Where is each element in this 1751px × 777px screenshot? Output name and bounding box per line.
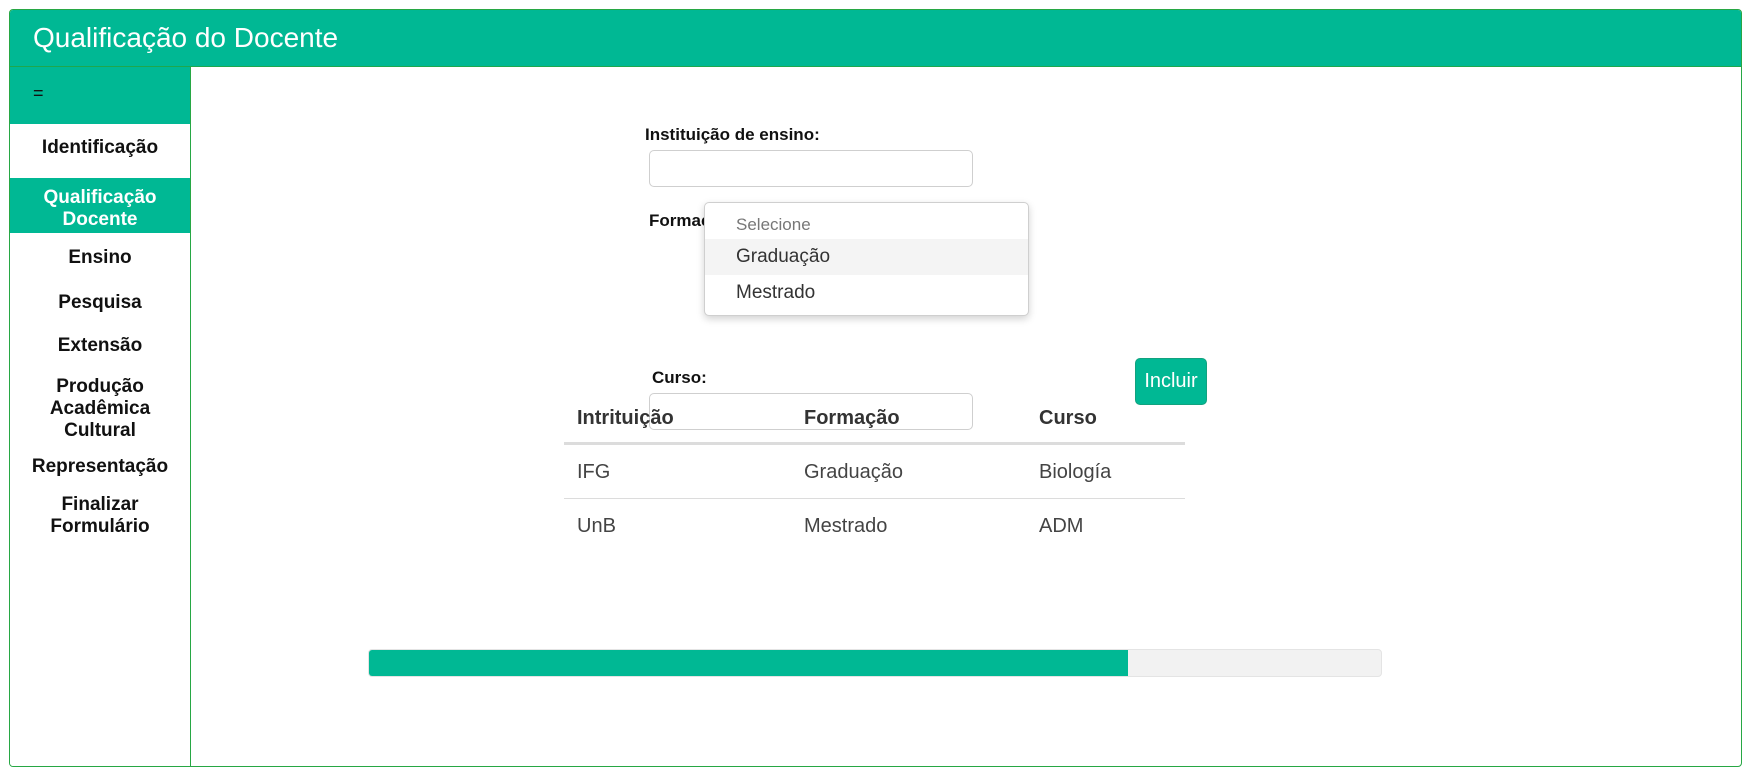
sidebar-item-representacao[interactable]: Representação [10, 456, 190, 478]
sidebar-item-label: Representação [31, 456, 169, 477]
progress-bar-fill [369, 650, 1128, 676]
column-header-instituicao: Intrituição [577, 407, 674, 429]
column-header-formacao: Formação [804, 407, 900, 429]
dropdown-option-mestrado[interactable]: Mestrado [705, 275, 1028, 311]
table-cell: Mestrado [804, 515, 888, 537]
sidebar-item-qualificacao-docente[interactable]: Qualificação Docente [10, 178, 190, 233]
menu-toggle-button[interactable]: = [10, 67, 190, 124]
instituicao-input[interactable] [649, 150, 973, 187]
formacao-dropdown[interactable]: Selecione Graduação Mestrado [704, 202, 1029, 316]
sidebar-item-producao-academica-cultural[interactable]: Produção Acadêmica Cultural [10, 376, 190, 442]
sidebar-item-label: Qualificação Docente [43, 187, 157, 230]
table-cell: ADM [1039, 515, 1084, 537]
sidebar-item-ensino[interactable]: Ensino [10, 247, 190, 269]
sidebar-item-label: Extensão [57, 335, 143, 356]
sidebar-item-label: Produção Acadêmica Cultural [49, 376, 151, 441]
sidebar-item-pesquisa[interactable]: Pesquisa [10, 292, 190, 314]
qualificacao-table: Intrituição Formação Curso IFG Graduação… [564, 392, 1185, 553]
table-cell: IFG [577, 461, 611, 483]
sidebar-item-finalizar-formulario[interactable]: Finalizar Formulário [10, 494, 190, 538]
dropdown-option-graduacao[interactable]: Graduação [705, 239, 1028, 275]
progress-bar [368, 649, 1382, 677]
sidebar: = Identificação Qualificação Docente Ens… [10, 67, 191, 766]
sidebar-item-identificacao[interactable]: Identificação [10, 137, 190, 159]
sidebar-item-extensao[interactable]: Extensão [10, 335, 190, 357]
sidebar-item-label: Ensino [68, 247, 132, 268]
table-cell: UnB [577, 515, 616, 537]
table-row: UnB Mestrado ADM [564, 499, 1185, 553]
curso-label: Curso: [652, 368, 707, 387]
sidebar-item-label: Finalizar Formulário [50, 494, 150, 537]
menu-toggle-icon: = [33, 83, 44, 103]
table-row: IFG Graduação Biología [564, 445, 1185, 499]
sidebar-item-label: Identificação [41, 137, 159, 158]
table-cell: Biología [1039, 461, 1112, 483]
page-header: Qualificação do Docente [10, 10, 1741, 67]
instituicao-label: Instituição de ensino: [645, 125, 820, 144]
sidebar-item-label: Pesquisa [58, 292, 142, 313]
dropdown-option-selecione[interactable]: Selecione [705, 207, 1028, 243]
column-header-curso: Curso [1039, 407, 1097, 429]
table-header: Intrituição Formação Curso [564, 392, 1185, 445]
table-cell: Graduação [804, 461, 903, 483]
page-title: Qualificação do Docente [33, 22, 339, 53]
